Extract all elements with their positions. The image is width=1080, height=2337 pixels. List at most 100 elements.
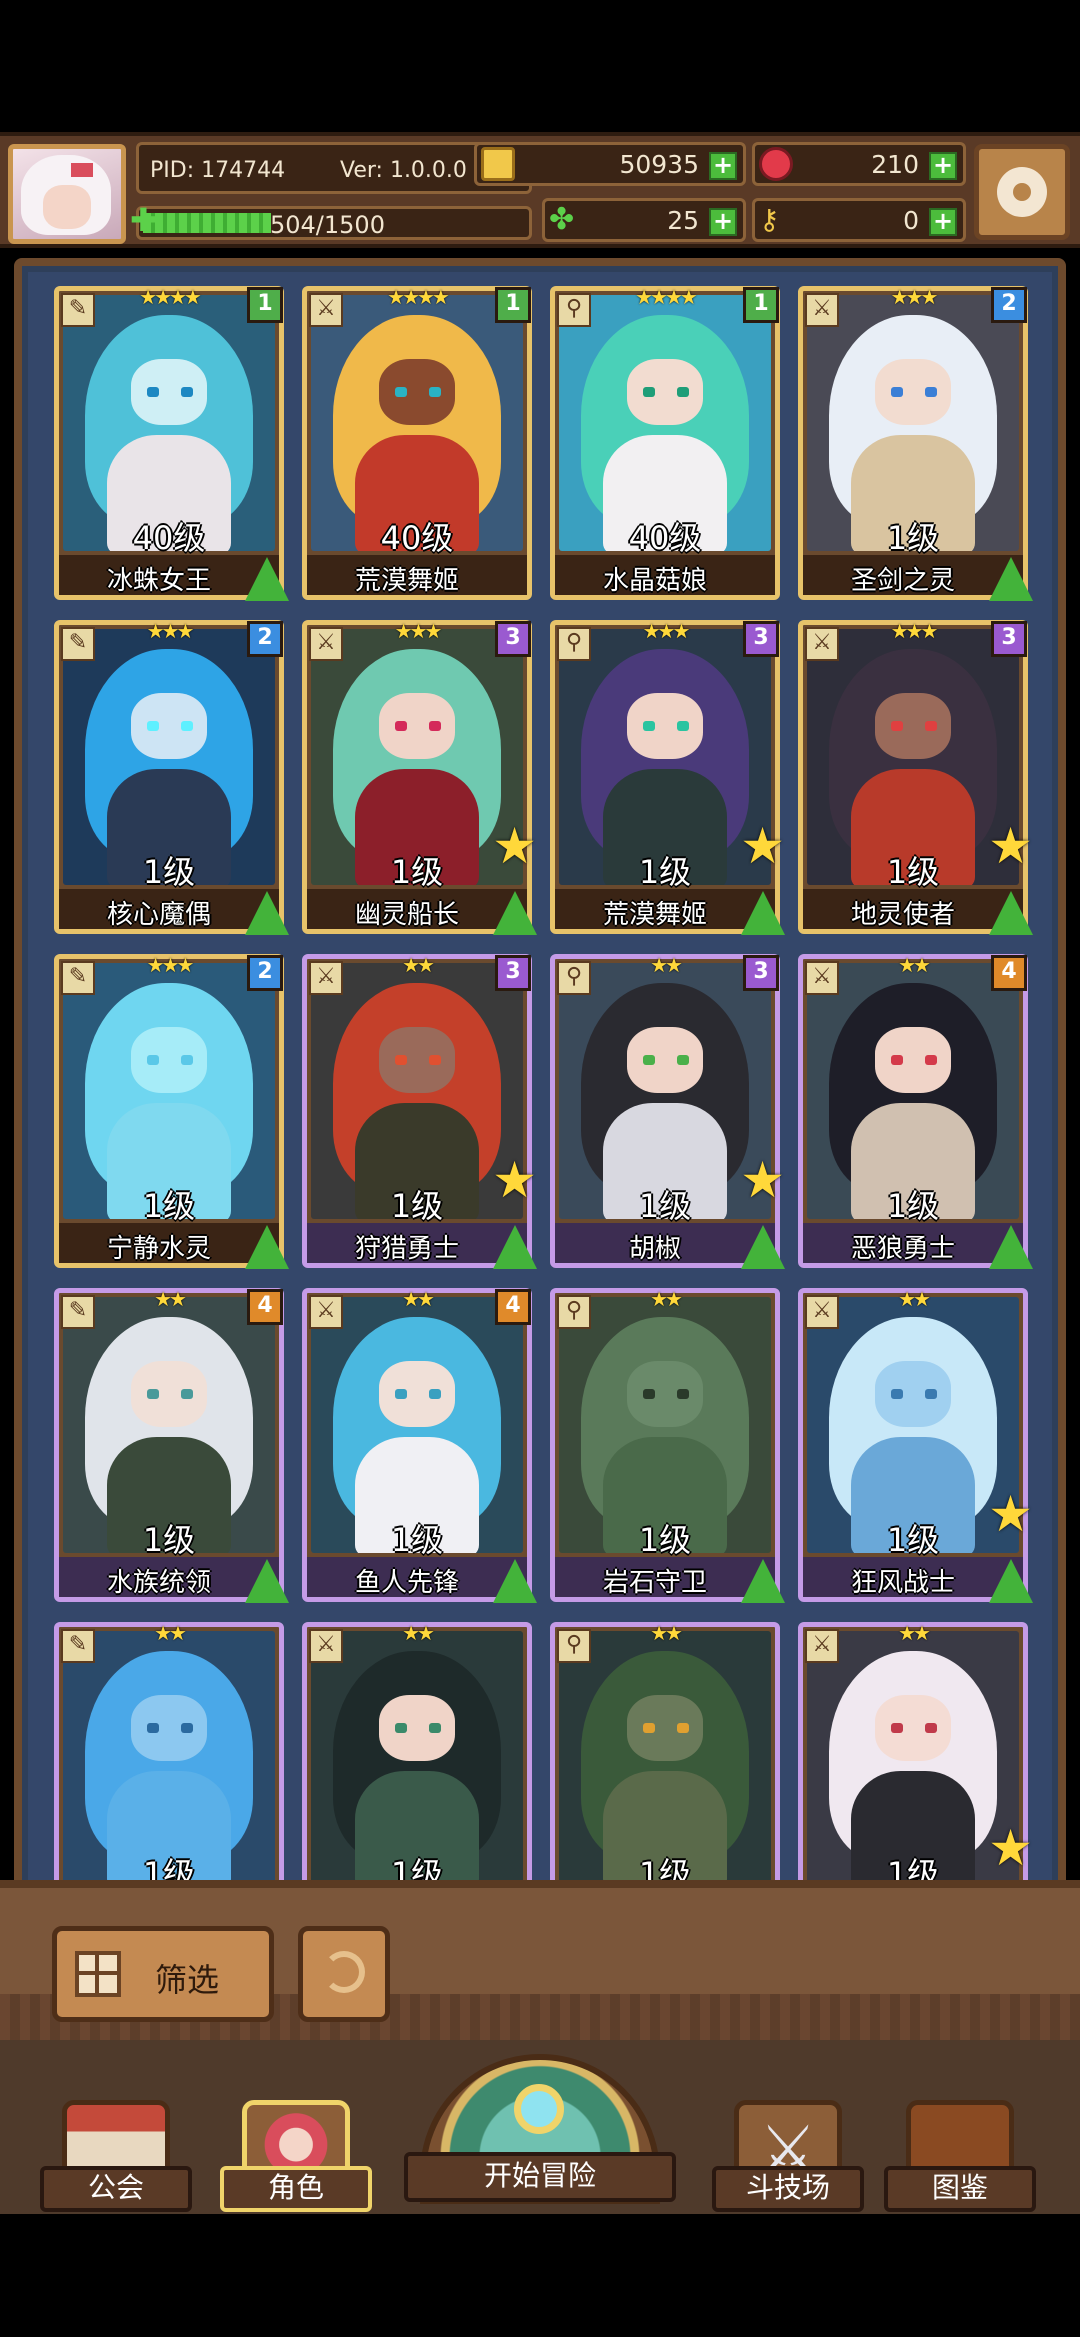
character-card[interactable]: ★★ ✎ 4 1级 水族统领 (54, 1287, 289, 1603)
start-adventure-button[interactable]: 开始冒险 (404, 2054, 676, 2214)
xp-icon: ✚ (130, 201, 157, 239)
class-icon: ✎ (61, 961, 95, 995)
character-card[interactable]: ★★★★ ⚲ 1 40级 水晶菇娘 (550, 286, 780, 600)
add-keys-button[interactable]: + (929, 208, 957, 236)
character-eye (147, 721, 159, 731)
class-icon: ⚲ (557, 961, 591, 995)
class-icon: ⚲ (557, 1295, 591, 1329)
rank-badge: 4 (495, 1289, 531, 1325)
class-icon: ✎ (61, 293, 95, 327)
character-eye (925, 1389, 937, 1399)
filter-button[interactable]: 筛选 (52, 1926, 274, 2022)
character-name: 冰蛛女王 (106, 566, 211, 596)
character-eye (429, 1055, 441, 1065)
character-eye (891, 721, 903, 731)
nav-label-arena: 斗技场 (712, 2166, 864, 2212)
character-face (627, 1361, 703, 1427)
character-card[interactable]: ★★ ⚔ 1级 (302, 1621, 532, 1898)
character-card[interactable]: ★★ ⚲ 1级 (550, 1621, 780, 1898)
character-eye (891, 1055, 903, 1065)
class-icon: ⚲ (557, 627, 591, 661)
character-card[interactable]: ★★ ⚔ 1级 ★ (798, 1621, 1033, 1898)
character-level: 1级 (886, 1187, 940, 1225)
character-level: 40级 (132, 519, 206, 557)
character-eye (395, 387, 407, 397)
character-face (379, 1027, 455, 1093)
character-grid[interactable]: ★★★★ ✎ 1 40级 冰蛛女王 ★★★★ ⚔ 1 40级 荒漠舞姬 ★★★★ ⚲ 1 40级 水晶菇娘 ★… (54, 286, 1034, 1898)
character-card[interactable]: ★★ ⚔ 4 1级 恶狼勇士 (798, 953, 1033, 1269)
character-eye (677, 1723, 689, 1733)
character-eye (925, 387, 937, 397)
add-gems-button[interactable]: + (929, 152, 957, 180)
character-face (875, 1695, 951, 1761)
character-level: 1级 (142, 1187, 196, 1225)
upgrade-arrow-icon (741, 891, 785, 935)
star-upgrade-icon: ★ (740, 817, 785, 875)
upgrade-arrow-icon (741, 1559, 785, 1603)
character-face (131, 1361, 207, 1427)
character-name: 岩石守卫 (602, 1568, 707, 1598)
start-adventure-label: 开始冒险 (404, 2152, 676, 2202)
grid-filter-icon (75, 1951, 121, 1997)
add-clover-button[interactable]: + (709, 208, 737, 236)
nav-label-codex: 图鉴 (884, 2166, 1036, 2212)
player-avatar[interactable] (8, 144, 126, 244)
class-icon: ⚔ (309, 293, 343, 327)
name-plate: 水晶菇娘 (555, 555, 775, 596)
character-level: 1级 (142, 1521, 196, 1559)
character-card[interactable]: ★★★ ⚔ 2 1级 圣剑之灵 (798, 286, 1033, 601)
character-eye (181, 387, 193, 397)
character-eye (643, 387, 655, 397)
character-face (627, 1027, 703, 1093)
character-face (627, 1695, 703, 1761)
character-name: 水族统领 (106, 1568, 211, 1598)
character-card[interactable]: ★★★★ ⚔ 1 40级 荒漠舞姬 (302, 286, 532, 600)
class-icon: ⚔ (805, 627, 839, 661)
class-icon: ⚔ (805, 293, 839, 327)
character-card[interactable]: ★★ ⚲ 3 1级 胡椒 ★ (550, 953, 785, 1269)
refresh-button[interactable] (298, 1926, 390, 2022)
character-name: 狂风战士 (850, 1568, 955, 1598)
upgrade-arrow-icon (493, 891, 537, 935)
character-eye (677, 1055, 689, 1065)
star-upgrade-icon: ★ (492, 817, 537, 875)
star-upgrade-icon: ★ (988, 817, 1033, 875)
class-icon: ⚔ (309, 1295, 343, 1329)
character-card[interactable]: ★★★★ ✎ 1 40级 冰蛛女王 (54, 286, 289, 601)
character-face (875, 359, 951, 425)
character-card[interactable]: ★★★ ✎ 2 1级 核心魔偶 (54, 619, 289, 935)
character-eye (643, 1389, 655, 1399)
character-card[interactable]: ★★★ ✎ 2 1级 宁静水灵 (54, 953, 289, 1269)
add-gold-button[interactable]: + (709, 152, 737, 180)
character-card[interactable]: ★★ ⚔ 4 1级 鱼人先锋 (302, 1287, 537, 1603)
rank-badge: 2 (991, 287, 1027, 323)
rank-badge: 3 (991, 621, 1027, 657)
gem-value: 210 (871, 150, 919, 179)
upgrade-arrow-icon (245, 891, 289, 935)
rank-badge: 2 (247, 621, 283, 657)
character-eye (891, 387, 903, 397)
upgrade-arrow-icon (989, 557, 1033, 601)
character-eye (181, 1389, 193, 1399)
system-bar-area (0, 2214, 1080, 2337)
character-eye (147, 1055, 159, 1065)
avatar-bow (71, 163, 93, 177)
avatar-face (43, 185, 91, 229)
character-face (131, 693, 207, 759)
character-card[interactable]: ★★ ⚔ 3 1级 狩猎勇士 ★ (302, 953, 537, 1269)
character-eye (395, 1055, 407, 1065)
rank-badge: 1 (495, 287, 531, 323)
character-card[interactable]: ★★★ ⚔ 3 1级 幽灵船长 ★ (302, 619, 537, 935)
character-card[interactable]: ★★★ ⚔ 3 1级 地灵使者 ★ (798, 619, 1033, 935)
character-card[interactable]: ★★ ✎ 1级 (54, 1621, 284, 1898)
character-eye (429, 387, 441, 397)
character-card[interactable]: ★★ ⚲ 1级 岩石守卫 (550, 1287, 785, 1603)
character-card[interactable]: ★★ ⚔ 1级 狂风战士 ★ (798, 1287, 1033, 1603)
settings-button[interactable] (974, 144, 1070, 240)
character-eye (891, 1723, 903, 1733)
magnifier-icon (514, 2084, 564, 2134)
character-face (627, 693, 703, 759)
gold-coin-icon (481, 147, 515, 181)
character-face (379, 359, 455, 425)
character-card[interactable]: ★★★ ⚲ 3 1级 荒漠舞姬 ★ (550, 619, 785, 935)
